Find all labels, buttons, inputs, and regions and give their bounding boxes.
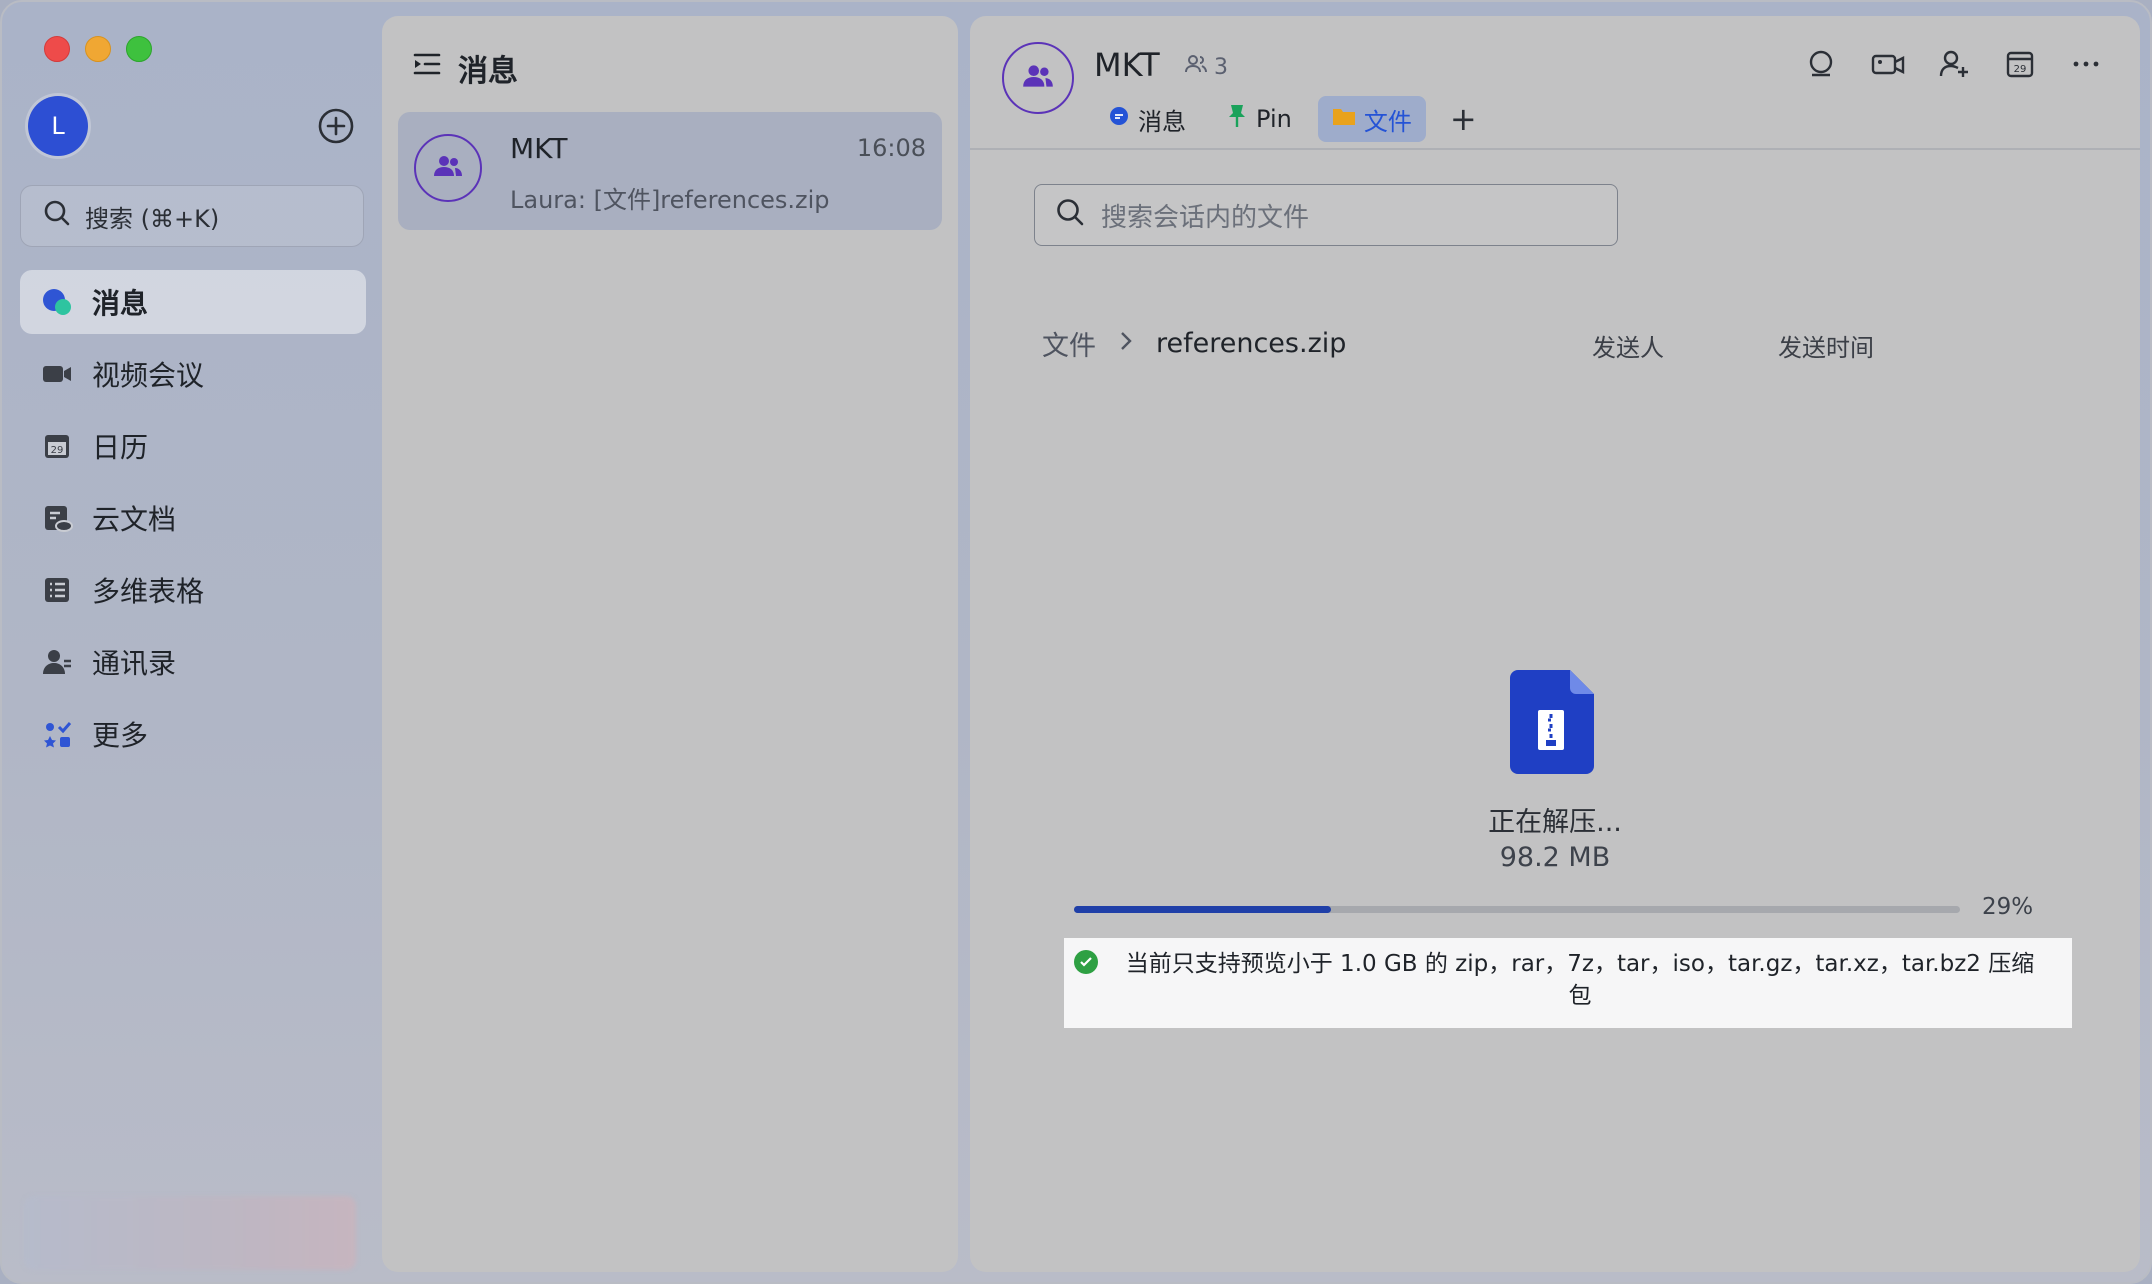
conversation-panel: MKT 3 消息 Pin 文件 + 29 搜索会话内的文件 文件 referen… bbox=[970, 16, 2140, 1272]
chat-list-panel: 消息 MKT 16:08 Laura: [文件]references.zip bbox=[382, 16, 958, 1272]
extract-progress-bar bbox=[1074, 906, 1960, 913]
preview-notice-text: 当前只支持预览小于 1.0 GB 的 zip，rar，7z，tar，iso，ta… bbox=[1125, 951, 2035, 1009]
tab-messages[interactable]: 消息 bbox=[1094, 96, 1200, 142]
sidebar-item-label: 云文档 bbox=[92, 503, 177, 536]
file-search-input[interactable]: 搜索会话内的文件 bbox=[1034, 184, 1618, 246]
column-header-time[interactable]: 发送时间 bbox=[1778, 328, 1874, 363]
sidebar-item-video-meeting[interactable]: 视频会议 bbox=[20, 342, 366, 406]
sidebar-item-label: 多维表格 bbox=[92, 575, 205, 608]
add-circle-icon[interactable] bbox=[316, 106, 356, 146]
blurred-profile-area bbox=[24, 1196, 356, 1270]
preview-notice: 当前只支持预览小于 1.0 GB 的 zip，rar，7z，tar，iso，ta… bbox=[1064, 938, 2072, 1028]
sidebar-item-label: 日历 bbox=[92, 431, 149, 464]
user-avatar[interactable]: L bbox=[28, 96, 88, 156]
sidebar-item-calendar[interactable]: 29 日历 bbox=[20, 414, 366, 478]
sidebar-item-label: 视频会议 bbox=[92, 359, 205, 392]
add-tab-button[interactable]: + bbox=[1438, 100, 1489, 138]
video-call-icon[interactable] bbox=[1870, 46, 1906, 82]
chat-time: 16:08 bbox=[856, 134, 926, 162]
zoom-window-button[interactable] bbox=[126, 36, 152, 62]
sidebar-item-docs[interactable]: 云文档 bbox=[20, 486, 366, 550]
video-icon bbox=[40, 357, 74, 391]
header-divider bbox=[970, 148, 2140, 150]
zip-file-icon bbox=[1510, 670, 1594, 778]
table-icon bbox=[40, 573, 74, 607]
close-window-button[interactable] bbox=[44, 36, 70, 62]
sidebar-item-contacts[interactable]: 通讯录 bbox=[20, 630, 366, 694]
folder-icon bbox=[1332, 105, 1356, 133]
conversation-toolbar: 29 bbox=[1804, 46, 2104, 82]
collapse-list-icon[interactable] bbox=[412, 49, 442, 87]
more-apps-icon bbox=[40, 717, 74, 751]
cloud-doc-icon bbox=[40, 501, 74, 535]
minimize-window-button[interactable] bbox=[85, 36, 111, 62]
chat-bubble-icon bbox=[1108, 105, 1130, 133]
file-search-placeholder: 搜索会话内的文件 bbox=[1101, 202, 1310, 233]
sidebar-item-base[interactable]: 多维表格 bbox=[20, 558, 366, 622]
members-icon bbox=[1184, 52, 1208, 82]
chat-bubble-icon bbox=[40, 285, 74, 319]
sidebar-item-more[interactable]: 更多 bbox=[20, 702, 366, 766]
conversation-title: MKT bbox=[1094, 46, 1160, 84]
tab-files[interactable]: 文件 bbox=[1317, 96, 1426, 142]
check-circle-icon bbox=[1074, 950, 1098, 974]
sidebar-item-label: 通讯录 bbox=[92, 647, 177, 680]
extract-progress-label: 29% bbox=[1982, 894, 2034, 920]
tab-label: Pin bbox=[1256, 105, 1292, 133]
breadcrumb-root[interactable]: 文件 bbox=[1042, 324, 1096, 363]
search-chat-icon[interactable] bbox=[1804, 46, 1840, 82]
breadcrumb-file: references.zip bbox=[1156, 328, 1347, 359]
more-options-icon[interactable] bbox=[2068, 46, 2104, 82]
add-member-icon[interactable] bbox=[1936, 46, 1972, 82]
pin-icon bbox=[1226, 103, 1248, 135]
app-window: L 搜索 (⌘+K) 消息 视频会议 29 日历 云文档 多维表格 通讯录 更多… bbox=[0, 0, 2152, 1284]
chevron-right-icon bbox=[1118, 328, 1134, 359]
search-icon bbox=[43, 199, 71, 233]
chat-list-title: 消息 bbox=[458, 54, 518, 89]
tab-pin[interactable]: Pin bbox=[1212, 96, 1306, 142]
sidebar-item-messages[interactable]: 消息 bbox=[20, 270, 366, 334]
calendar-icon: 29 bbox=[40, 429, 74, 463]
extract-status: 正在解压... bbox=[1488, 807, 1622, 838]
member-count-value: 3 bbox=[1214, 54, 1228, 80]
sidebar-nav: 消息 视频会议 29 日历 云文档 多维表格 通讯录 更多 bbox=[20, 270, 366, 774]
group-avatar bbox=[414, 134, 482, 202]
calendar-icon[interactable]: 29 bbox=[2002, 46, 2038, 82]
svg-text:29: 29 bbox=[51, 445, 64, 456]
file-size: 98.2 MB bbox=[1499, 842, 1611, 873]
svg-text:29: 29 bbox=[2014, 64, 2027, 75]
extract-progress-fill bbox=[1074, 906, 1331, 913]
chat-preview: Laura: [文件]references.zip bbox=[510, 186, 830, 214]
breadcrumb: 文件 references.zip bbox=[1042, 324, 1346, 363]
search-icon bbox=[1055, 197, 1085, 234]
group-icon bbox=[431, 149, 465, 187]
tab-label: 消息 bbox=[1138, 107, 1186, 136]
member-count[interactable]: 3 bbox=[1184, 52, 1228, 82]
tab-label: 文件 bbox=[1363, 107, 1412, 136]
conversation-tabs: 消息 Pin 文件 + bbox=[1094, 96, 1489, 142]
search-placeholder: 搜索 (⌘+K) bbox=[85, 204, 220, 233]
group-icon bbox=[1020, 58, 1056, 98]
chat-list-header: 消息 bbox=[412, 46, 518, 90]
contacts-icon bbox=[40, 645, 74, 679]
chat-name: MKT bbox=[510, 132, 568, 165]
group-avatar[interactable] bbox=[1002, 42, 1074, 114]
global-search-input[interactable]: 搜索 (⌘+K) bbox=[20, 185, 364, 247]
chat-list-item[interactable]: MKT 16:08 Laura: [文件]references.zip bbox=[398, 112, 942, 230]
sidebar-item-label: 更多 bbox=[92, 719, 149, 752]
column-header-sender[interactable]: 发送人 bbox=[1592, 328, 1664, 363]
sidebar-item-label: 消息 bbox=[92, 287, 149, 320]
